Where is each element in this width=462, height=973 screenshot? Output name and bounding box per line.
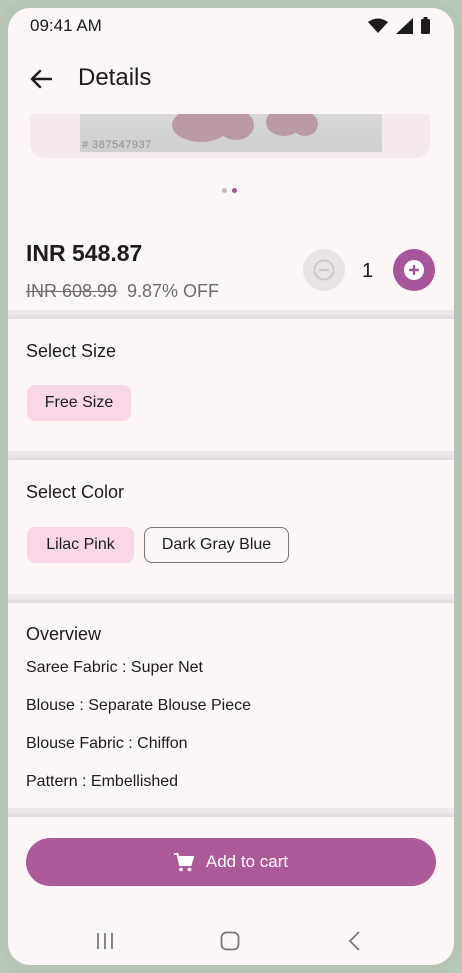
color-chip-dark-gray-blue[interactable]: Dark Gray Blue: [144, 527, 289, 563]
section-divider: [8, 310, 454, 318]
plus-circle-icon: [404, 260, 424, 280]
product-image-detail: [292, 114, 318, 136]
overview-section: Overview Saree Fabric : Super Net Blouse…: [8, 602, 454, 809]
overview-item: Blouse : Separate Blouse Piece: [26, 697, 252, 714]
status-time: 09:41 AM: [30, 16, 102, 35]
system-navigation-bar: [8, 914, 454, 965]
original-price: INR 608.99: [26, 281, 118, 301]
image-caption: # 387547937: [82, 139, 152, 151]
page-title: Details: [78, 64, 152, 91]
quantity-value: 1: [362, 260, 374, 282]
carousel-dot[interactable]: [222, 188, 227, 193]
recent-apps-button[interactable]: [90, 926, 120, 956]
color-section: Select Color Lilac Pink Dark Gray Blue: [8, 459, 454, 594]
section-divider: [8, 451, 454, 459]
size-section-title: Select Size: [26, 341, 117, 361]
discount-text: 9.87% OFF: [127, 281, 220, 301]
carousel-indicator: [222, 188, 237, 193]
battery-icon: [421, 17, 430, 34]
chevron-left-icon: [348, 931, 360, 951]
cellular-signal-icon: [396, 17, 413, 34]
size-chip-free-size[interactable]: Free Size: [27, 385, 131, 421]
carousel-dot-active[interactable]: [232, 188, 237, 193]
home-icon: [220, 931, 240, 951]
recent-apps-icon: [97, 933, 113, 949]
decrease-quantity-button[interactable]: [303, 249, 345, 291]
system-back-button[interactable]: [340, 926, 370, 956]
color-section-title: Select Color: [26, 482, 125, 502]
app-bar: Details: [8, 52, 454, 108]
status-bar: 09:41 AM: [8, 8, 454, 42]
status-icons: [368, 17, 430, 34]
wifi-icon: [368, 18, 388, 33]
add-to-cart-button[interactable]: Add to cart: [26, 838, 436, 886]
current-price: INR 548.87: [26, 240, 143, 266]
section-divider: [8, 594, 454, 602]
device-frame: 09:41 AM Details # 387547937 INR 548.87 …: [0, 0, 462, 973]
product-image-carousel[interactable]: # 387547937: [30, 114, 430, 158]
overview-title: Overview: [26, 624, 102, 644]
overview-item: Pattern : Embellished: [26, 773, 179, 790]
arrow-back-icon: [30, 69, 52, 89]
section-divider: [8, 808, 454, 816]
home-button[interactable]: [215, 926, 245, 956]
product-image-detail: [218, 114, 254, 140]
product-image: # 387547937: [80, 114, 382, 152]
overview-item: Blouse Fabric : Chiffon: [26, 735, 188, 752]
add-to-cart-label: Add to cart: [205, 852, 289, 871]
back-button[interactable]: [24, 62, 58, 96]
minus-circle-icon: [313, 259, 335, 281]
size-section: Select Size Free Size: [8, 318, 454, 451]
shopping-cart-icon: [173, 852, 194, 871]
increase-quantity-button[interactable]: [393, 249, 435, 291]
overview-item: Saree Fabric : Super Net: [26, 659, 203, 676]
color-chip-lilac-pink[interactable]: Lilac Pink: [27, 527, 134, 563]
screen: 09:41 AM Details # 387547937 INR 548.87 …: [8, 8, 454, 965]
